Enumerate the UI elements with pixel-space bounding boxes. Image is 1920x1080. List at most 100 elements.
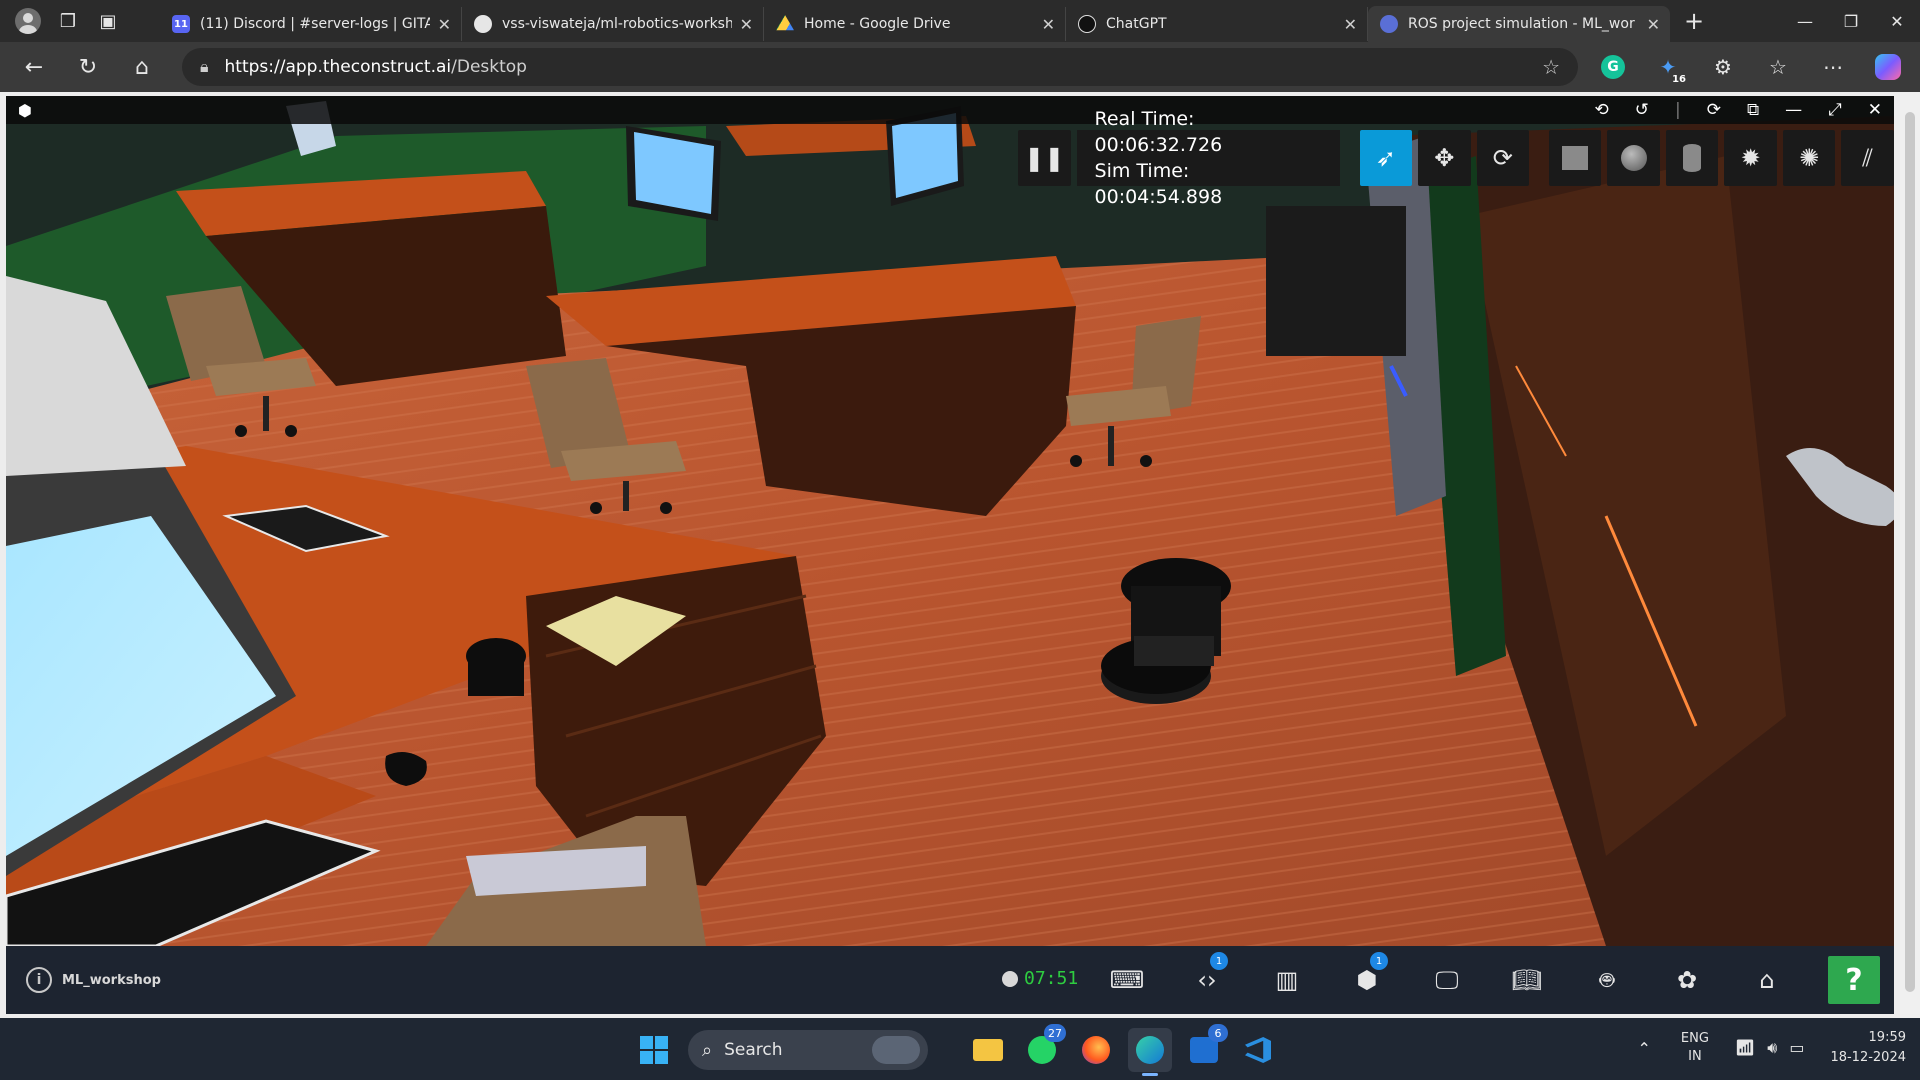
graphical-tools-icon[interactable]: 🖵︎ <box>1424 958 1470 1002</box>
time-display: Real Time: 00:06:32.726 Sim Time: 00:04:… <box>1076 108 1340 208</box>
vscode-icon[interactable] <box>1236 1028 1280 1072</box>
discord-icon: 11 <box>172 15 190 33</box>
lock-icon[interactable]: 🔒︎ <box>200 57 209 77</box>
tab-github[interactable]: vss-viswateja/ml-robotics-worksh ✕ <box>462 7 764 41</box>
select-mode-button[interactable]: ➶ <box>1359 130 1413 186</box>
page-content: ⬢ ⟲ ↺ | ⟳ ⧉ — ⤢ ✕ ❚❚ Real Time: 00:06:32… <box>0 92 1920 1018</box>
close-window-icon[interactable]: ✕ <box>1874 0 1920 42</box>
profile-button[interactable] <box>12 5 44 37</box>
sim-time-row: Sim Time: 00:04:54.898 <box>1095 158 1322 210</box>
extensions-icon[interactable]: ⚙ <box>1703 47 1743 87</box>
workspaces-icon[interactable]: ❒ <box>52 5 84 37</box>
ai-assistant-icon[interactable]: ✿ <box>1664 958 1710 1002</box>
language-code: ENG <box>1680 1031 1709 1046</box>
real-time-row: Real Time: 00:06:32.726 <box>1095 106 1322 158</box>
refresh-icon[interactable]: ↻ <box>68 47 108 87</box>
real-time-label: Real Time: <box>1094 108 1195 130</box>
gazebo-toolbar: ❚❚ Real Time: 00:06:32.726 Sim Time: 00:… <box>1018 108 1894 208</box>
minimize-icon[interactable]: — <box>1782 0 1828 42</box>
favorites-icon[interactable]: ☆ <box>1758 47 1798 87</box>
gazebo-3d-viewport[interactable] <box>6 96 1894 946</box>
new-tab-button[interactable]: + <box>1684 7 1704 35</box>
tab-title: ROS project simulation - ML_wor <box>1408 16 1635 32</box>
region-code: IN <box>1688 1049 1702 1064</box>
code-editor-icon[interactable]: ‹› 1 <box>1184 952 1230 1002</box>
gazebo-sim-icon[interactable]: ⬢ 1 <box>1344 952 1390 1002</box>
robot-icon[interactable]: 🤖︎ <box>1584 958 1630 1002</box>
close-tab-icon[interactable]: ✕ <box>740 15 753 34</box>
rotate-mode-button[interactable]: ⟳ <box>1476 130 1530 186</box>
minimize-panel-icon[interactable]: — <box>1785 100 1802 120</box>
back-icon[interactable]: ← <box>14 47 54 87</box>
outlook-icon[interactable]: 6 <box>1182 1024 1228 1072</box>
terminal-icon[interactable]: ⌨ <box>1104 958 1150 1002</box>
page-scrollbar[interactable] <box>1900 92 1920 1018</box>
chevron-up-icon[interactable]: ⌃ <box>1637 1039 1650 1058</box>
home-icon[interactable]: ⌂ <box>1744 958 1790 1002</box>
vertical-tabs-icon[interactable]: ▣ <box>92 5 124 37</box>
edge-icon[interactable] <box>1128 1028 1172 1076</box>
extension-badge: 16 <box>1672 74 1686 85</box>
fullscreen-icon[interactable]: ⤢ <box>1828 100 1842 120</box>
tab-chatgpt[interactable]: ChatGPT ✕ <box>1066 7 1368 41</box>
sim-window-controls: ⟲ ↺ | ⟳ ⧉ — ⤢ ✕ <box>1595 100 1882 120</box>
tab-title: Home - Google Drive <box>804 16 951 32</box>
tab-ros-simulation[interactable]: ROS project simulation - ML_wor ✕ <box>1368 6 1670 42</box>
whatsapp-icon[interactable]: 27 <box>1020 1024 1066 1072</box>
browser-toolbar: ← ↻ ⌂ 🔒︎ https://app.theconstruct.ai /De… <box>0 42 1920 92</box>
restore-icon[interactable]: ❐ <box>1828 0 1874 42</box>
course-book-icon[interactable]: 📖︎ <box>1504 958 1550 1002</box>
sphere-shape-button[interactable] <box>1607 130 1660 186</box>
cube-logo-icon: ⬢ <box>18 100 32 120</box>
close-tab-icon[interactable]: ✕ <box>1647 15 1660 34</box>
grammarly-extension-icon[interactable]: G <box>1593 47 1633 87</box>
copilot-icon[interactable] <box>1868 47 1908 87</box>
firefox-icon[interactable] <box>1074 1028 1118 1072</box>
translate-mode-button[interactable]: ✥ <box>1418 130 1471 186</box>
point-light-button[interactable]: ✹ <box>1724 130 1777 186</box>
close-tab-icon[interactable]: ✕ <box>1042 15 1055 34</box>
pause-button[interactable]: ❚❚ <box>1018 130 1071 186</box>
sofa <box>1266 206 1406 356</box>
url-host: https://app.theconstruct.ai <box>224 57 452 77</box>
tab-google-drive[interactable]: Home - Google Drive ✕ <box>764 7 1066 41</box>
tab-discord[interactable]: 11 (11) Discord | #server-logs | GITAM ✕ <box>160 7 462 41</box>
tab-title: ChatGPT <box>1106 16 1167 32</box>
puzzle-extension-icon[interactable]: ✦ 16 <box>1648 47 1688 87</box>
help-button[interactable]: ? <box>1828 956 1880 1004</box>
spot-light-button[interactable]: ✺ <box>1782 130 1836 186</box>
info-icon[interactable]: i <box>26 967 52 993</box>
address-bar[interactable]: 🔒︎ https://app.theconstruct.ai /Desktop … <box>182 48 1578 86</box>
sim-window-titlebar: ⬢ ⟲ ↺ | ⟳ ⧉ — ⤢ ✕ <box>6 96 1894 124</box>
project-name: ML_workshop <box>62 972 161 988</box>
clock-date[interactable]: 19:59 18-12-2024 <box>1830 1028 1906 1068</box>
close-tab-icon[interactable]: ✕ <box>1344 15 1357 34</box>
tab-title: vss-viswateja/ml-robotics-worksh <box>502 16 732 32</box>
github-icon <box>474 15 492 33</box>
taskbar-search[interactable]: ⌕ Search <box>688 1030 928 1070</box>
close-tab-icon[interactable]: ✕ <box>438 15 451 34</box>
more-options-icon[interactable]: ⋯ <box>1813 47 1853 87</box>
scrollbar-thumb[interactable] <box>1905 112 1915 992</box>
language-indicator[interactable]: ENG IN <box>1681 1030 1709 1066</box>
undo-icon[interactable]: ↺ <box>1635 100 1649 120</box>
reload-icon[interactable]: ⟳ <box>1707 100 1721 120</box>
cylinder-shape-button[interactable] <box>1665 130 1719 186</box>
tool-icons: ⌨ ‹› 1 ▥ ⬢ 1 🖵︎ 📖︎ 🤖︎ ✿ ⌂ <box>1104 952 1790 1002</box>
file-explorer-icon[interactable] <box>966 1028 1010 1072</box>
home-icon[interactable]: ⌂ <box>122 47 162 87</box>
open-external-icon[interactable]: ⧉ <box>1747 100 1759 120</box>
directional-light-button[interactable]: ⫽ <box>1841 130 1894 186</box>
system-icons[interactable]: 📶︎ 🔊︎ ▭ <box>1735 1038 1805 1058</box>
profile-avatar-icon <box>15 8 41 34</box>
notebook-icon[interactable]: ▥ <box>1264 958 1310 1002</box>
ide-bottom-bar: i ML_workshop 07:51 ⌨ ‹› 1 ▥ ⬢ 1 🖵︎ 📖︎ 🤖︎ … <box>6 946 1894 1014</box>
real-time-value: 00:06:32.726 <box>1094 134 1223 156</box>
timer-value: 07:51 <box>1024 968 1079 989</box>
favorite-star-icon[interactable]: ☆ <box>1542 55 1560 79</box>
reset-icon[interactable]: ⟲ <box>1595 100 1609 120</box>
start-button[interactable] <box>640 1036 668 1064</box>
taskbar-apps: 27 6 <box>966 1024 1280 1076</box>
close-panel-icon[interactable]: ✕ <box>1868 100 1882 120</box>
box-shape-button[interactable] <box>1548 130 1602 186</box>
